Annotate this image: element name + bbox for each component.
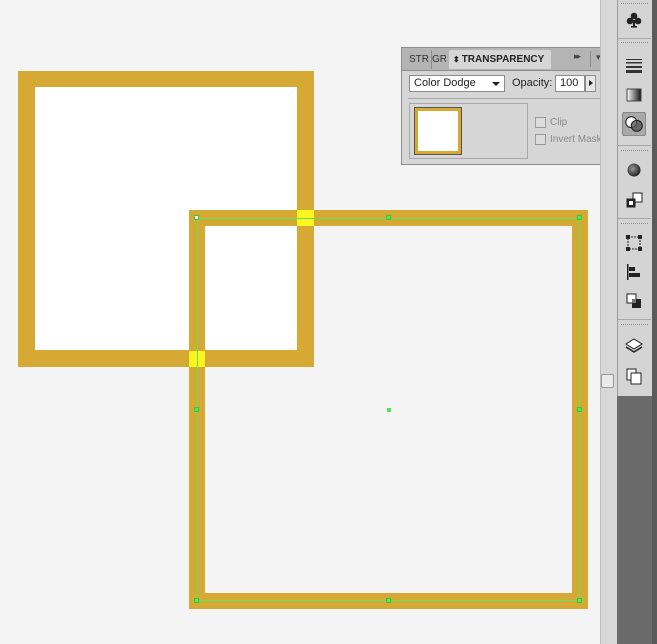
club-icon[interactable]	[622, 8, 646, 32]
transparency-icon[interactable]	[622, 112, 646, 136]
bounding-handle-bottom-right[interactable]	[577, 598, 582, 603]
tab-gradient-label: GRA	[432, 54, 446, 65]
opacity-input[interactable]: 100	[555, 75, 585, 92]
pathfinder-icon[interactable]	[622, 289, 646, 313]
dock-grip-dots	[621, 150, 648, 153]
blend-mode-value: Color Dodge	[414, 77, 476, 89]
gradient-icon[interactable]	[622, 83, 646, 107]
invert-mask-checkbox[interactable]	[535, 134, 546, 145]
transparency-panel: STR GRA ⬍TRANSPARENCY ▸▸ ▾≡ Color Dodge …	[401, 47, 615, 165]
bounding-handle-top-left[interactable]	[194, 215, 199, 220]
selection-center-point	[387, 408, 391, 412]
appearance-icon[interactable]	[622, 158, 646, 182]
stroke-lines-icon[interactable]	[622, 54, 646, 78]
collapse-panel-icon[interactable]: ▸▸	[574, 51, 581, 62]
tab-bar-separator	[590, 51, 591, 67]
opacity-slider-toggle[interactable]	[585, 75, 596, 92]
thumbnail-inner	[418, 111, 458, 151]
dock-edge-strip	[600, 0, 617, 644]
dock-grip-dots	[621, 3, 648, 6]
panel-tab-bar: STR GRA ⬍TRANSPARENCY ▸▸ ▾≡	[402, 48, 614, 71]
chevron-down-icon	[492, 82, 500, 86]
panel-divider	[408, 98, 610, 99]
bounding-handle-middle-left[interactable]	[194, 407, 199, 412]
dock-empty-area	[617, 396, 652, 644]
bounding-handle-top-center[interactable]	[386, 215, 391, 220]
artboards-icon[interactable]	[622, 364, 646, 388]
dock-grip-dots	[621, 42, 648, 45]
opacity-label: Opacity:	[512, 77, 553, 89]
blend-mode-dropdown[interactable]: Color Dodge	[409, 75, 505, 92]
tab-gradient[interactable]: GRA	[429, 50, 451, 69]
dock-grip-dots	[621, 324, 648, 327]
color-dodge-overlap-top	[297, 210, 314, 226]
color-dodge-overlap-left	[189, 351, 205, 367]
tab-transparency-label: TRANSPARENCY	[461, 54, 545, 65]
bounding-handle-top-right[interactable]	[577, 215, 582, 220]
dock-right-edge	[652, 0, 657, 644]
dock-separator	[618, 38, 651, 39]
dock-resize-grip[interactable]	[601, 374, 614, 388]
clip-checkbox[interactable]	[535, 117, 546, 128]
transform-icon[interactable]	[622, 231, 646, 255]
dock-grip-dots	[621, 223, 648, 226]
clip-label: Clip	[550, 117, 568, 128]
bounding-handle-bottom-left[interactable]	[194, 598, 199, 603]
tab-transparency[interactable]: ⬍ TRANSPARENCY	[449, 50, 551, 69]
dock-separator	[618, 145, 651, 146]
bounding-handle-bottom-center[interactable]	[386, 598, 391, 603]
object-thumbnail-area	[409, 103, 528, 159]
object-thumbnail[interactable]	[414, 107, 462, 155]
graphic-styles-icon[interactable]	[622, 188, 646, 212]
invert-mask-label: Invert Mask	[550, 134, 602, 145]
updown-arrows-icon: ⬍	[453, 55, 460, 64]
dock-separator	[618, 319, 651, 320]
bounding-handle-middle-right[interactable]	[577, 407, 582, 412]
dock-separator	[618, 218, 651, 219]
align-icon[interactable]	[622, 260, 646, 284]
layers-icon[interactable]	[622, 334, 646, 358]
